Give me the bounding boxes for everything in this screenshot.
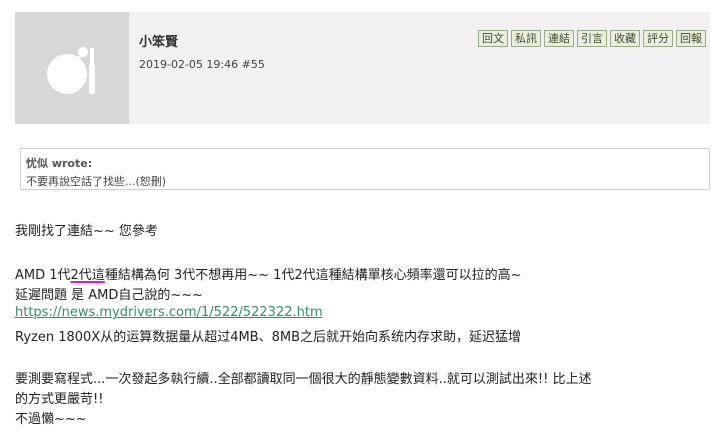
quote-author: 忧似 wrote:: [26, 157, 93, 170]
username[interactable]: 小笨賢: [139, 31, 178, 50]
body-line-2-start: AMD 1代: [15, 268, 71, 283]
post-number[interactable]: #55: [242, 58, 265, 71]
report-button[interactable]: 回報: [676, 30, 706, 47]
body-line-5: Ryzen 1800X从的运算数据量从超过4MB、8MB之后就开始向系统内存求助…: [15, 330, 522, 345]
body-line-8: 不過懶~~~: [15, 412, 87, 427]
body-line-6: 要測要寫程式...一次發起多執行續..全部都讀取同一個很大的靜態變數資料..就可…: [15, 372, 592, 387]
post-date: 2019-02-05 19:46: [139, 58, 239, 71]
reply-button[interactable]: 回文: [478, 30, 508, 47]
body-line-7: 的方式更嚴苛!!: [15, 392, 104, 407]
body-line-3: 延遲問題 是 AMD自己說的~~~: [15, 288, 204, 303]
post-meta: 2019-02-05 19:46 #55: [139, 58, 265, 71]
avatar[interactable]: [15, 12, 129, 124]
link-button[interactable]: 連結: [544, 30, 574, 47]
default-avatar-icon: [47, 47, 95, 94]
quote-block: 忧似 wrote: 不要再說空話了找些...(恕刪): [20, 148, 710, 190]
body-line-2-end: 種結構為何 3代不想再用~~ 1代2代這種結構單核心頻率還可以拉的高~: [104, 268, 522, 283]
rate-button[interactable]: 評分: [643, 30, 673, 47]
post-actions: 回文 私訊 連結 引言 收藏 評分 回報: [478, 30, 706, 47]
highlighted-text: 2代這: [70, 268, 105, 283]
body-line-1: 我剛找了連結~~ 您參考: [15, 224, 158, 239]
body-line-2: AMD 1代2代這種結構為何 3代不想再用~~ 1代2代這種結構單核心頻率還可以…: [15, 264, 522, 283]
quote-text: 不要再說空話了找些...(恕刪): [26, 175, 167, 188]
body-line-4: https://news.mydrivers.com/1/522/522322.…: [15, 305, 323, 320]
private-message-button[interactable]: 私訊: [511, 30, 541, 47]
post-header: 小笨賢 2019-02-05 19:46 #55 回文 私訊 連結 引言 收藏 …: [15, 12, 710, 124]
quote-button[interactable]: 引言: [577, 30, 607, 47]
favorite-button[interactable]: 收藏: [610, 30, 640, 47]
article-link[interactable]: https://news.mydrivers.com/1/522/522322.…: [15, 305, 323, 320]
